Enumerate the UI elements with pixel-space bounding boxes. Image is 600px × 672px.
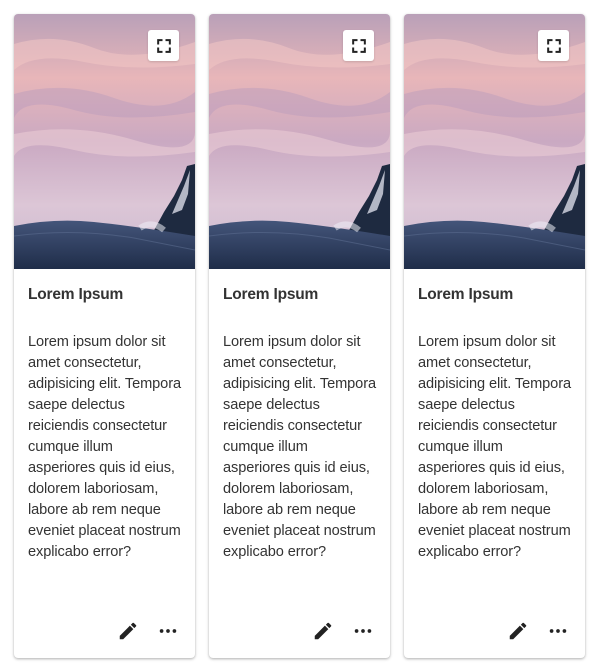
card-content: Lorem Ipsum Lorem ipsum dolor sit amet c… <box>14 269 195 658</box>
card-image <box>14 14 195 269</box>
edit-button[interactable] <box>310 618 336 644</box>
more-button[interactable] <box>155 618 181 644</box>
card-actions <box>115 618 181 644</box>
card-title: Lorem Ipsum <box>418 286 514 303</box>
card-image <box>209 14 390 269</box>
fullscreen-button[interactable] <box>343 30 374 61</box>
card-content: Lorem Ipsum Lorem ipsum dolor sit amet c… <box>209 269 390 658</box>
card-actions <box>505 618 571 644</box>
card-body: Lorem ipsum dolor sit amet consectetur, … <box>418 334 571 560</box>
card: Lorem Ipsum Lorem ipsum dolor sit amet c… <box>14 14 195 658</box>
card: Lorem Ipsum Lorem ipsum dolor sit amet c… <box>209 14 390 658</box>
card-content: Lorem Ipsum Lorem ipsum dolor sit amet c… <box>404 269 585 658</box>
card-grid: Lorem Ipsum Lorem ipsum dolor sit amet c… <box>14 14 586 658</box>
card-image <box>404 14 585 269</box>
more-horizontal-icon <box>159 629 177 633</box>
card-body: Lorem ipsum dolor sit amet consectetur, … <box>223 334 376 560</box>
fullscreen-button[interactable] <box>538 30 569 61</box>
more-button[interactable] <box>545 618 571 644</box>
more-horizontal-icon <box>549 629 567 633</box>
edit-button[interactable] <box>505 618 531 644</box>
card-actions <box>310 618 376 644</box>
edit-icon <box>509 622 527 640</box>
more-horizontal-icon <box>354 629 372 633</box>
fullscreen-icon <box>156 38 171 53</box>
fullscreen-icon <box>546 38 561 53</box>
fullscreen-button[interactable] <box>148 30 179 61</box>
card-title: Lorem Ipsum <box>223 286 319 303</box>
card: Lorem Ipsum Lorem ipsum dolor sit amet c… <box>404 14 585 658</box>
more-button[interactable] <box>350 618 376 644</box>
fullscreen-icon <box>351 38 366 53</box>
card-title: Lorem Ipsum <box>28 286 124 303</box>
edit-button[interactable] <box>115 618 141 644</box>
card-body: Lorem ipsum dolor sit amet consectetur, … <box>28 334 181 560</box>
edit-icon <box>119 622 137 640</box>
edit-icon <box>314 622 332 640</box>
